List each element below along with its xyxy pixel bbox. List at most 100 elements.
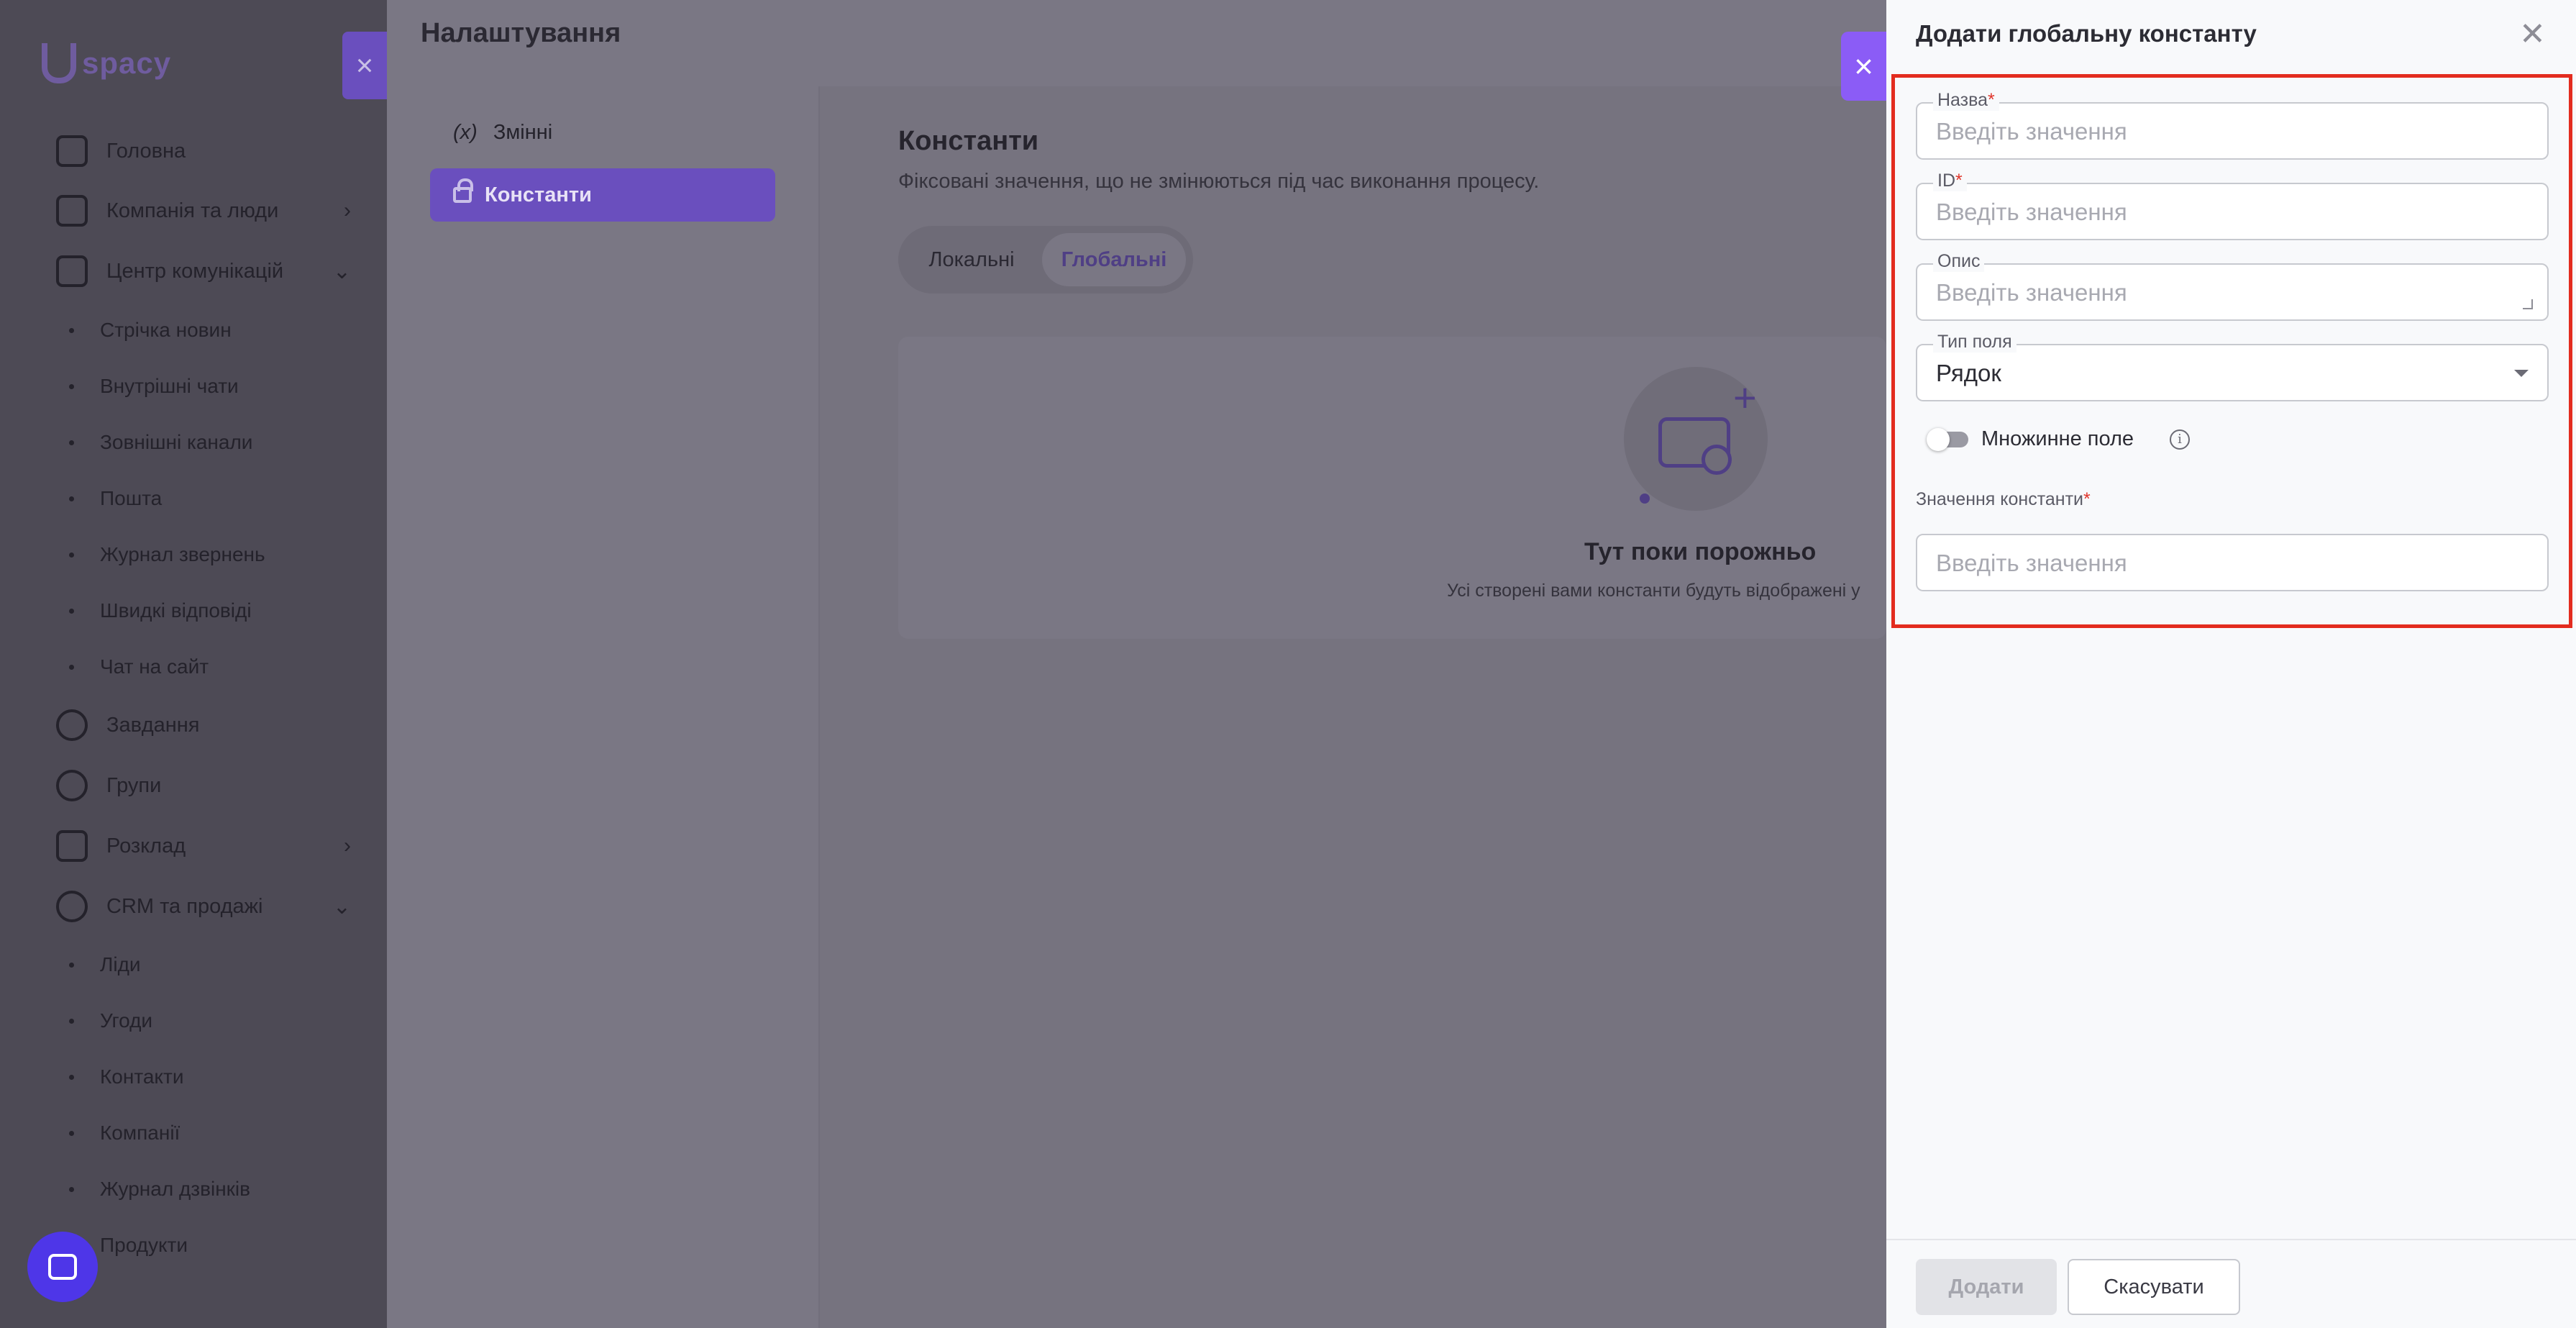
bullet-icon xyxy=(69,962,74,968)
bullet-icon xyxy=(69,1074,74,1080)
id-field[interactable]: ID* xyxy=(1916,170,2549,240)
sidebar-item-tasks[interactable]: Завдання xyxy=(0,704,387,747)
chat-icon xyxy=(56,255,88,287)
empty-title: Тут поки порожньо xyxy=(1584,538,1817,565)
menu-item-label: Константи xyxy=(485,183,592,206)
add-button[interactable]: Додати xyxy=(1916,1259,2057,1315)
bullet-icon xyxy=(69,496,74,501)
support-chat-button[interactable] xyxy=(27,1232,98,1302)
description-input[interactable] xyxy=(1936,278,2526,308)
sidebar-subitem-label: Швидкі відповіді xyxy=(100,599,252,622)
bullet-icon xyxy=(69,383,74,389)
field-label: Опис xyxy=(1933,250,1985,272)
sidebar-subitem-label: Ліди xyxy=(100,953,141,975)
sidebar-subitem[interactable]: Внутрішні чати xyxy=(0,368,387,404)
gear-icon xyxy=(1702,445,1732,475)
chevron-right-icon: › xyxy=(344,199,351,222)
sidebar-item-company[interactable]: Компанія та люди › xyxy=(0,189,387,232)
building-icon xyxy=(56,195,88,227)
sidebar-item-communications[interactable]: Центр комунікацій ⌄ xyxy=(0,250,387,293)
sidebar-subitem-label: Продукти xyxy=(100,1234,188,1256)
chevron-down-icon: ⌄ xyxy=(332,894,351,919)
sidebar-item-crm[interactable]: CRM та продажі ⌄ xyxy=(0,885,387,928)
bullet-icon xyxy=(69,664,74,670)
sidebar-item-home[interactable]: Головна xyxy=(0,129,387,173)
database-icon xyxy=(56,891,88,922)
sidebar-subitem[interactable]: Швидкі відповіді xyxy=(0,593,387,629)
info-icon[interactable]: i xyxy=(2170,429,2191,450)
menu-item-constants[interactable]: Константи xyxy=(430,168,775,222)
sidebar-subitem-label: Журнал звернень xyxy=(100,543,265,565)
chevron-down-icon: ⌄ xyxy=(332,259,351,283)
sidebar-subitem-label: Компанії xyxy=(100,1122,181,1144)
value-label: Значення константи* xyxy=(1916,489,2091,510)
sidebar-subitem-label: Журнал дзвінків xyxy=(100,1178,251,1200)
sidebar-subitem[interactable]: Стрічка новин xyxy=(0,312,387,348)
close-icon[interactable]: ✕ xyxy=(2519,16,2546,53)
sidebar-subitem[interactable]: Журнал звернень xyxy=(0,537,387,573)
sidebar-subitem-label: Внутрішні чати xyxy=(100,375,239,397)
name-field[interactable]: Назва* xyxy=(1916,89,2549,160)
constants-subtitle: Фіксовані значення, що не змінюються під… xyxy=(898,170,1540,193)
plus-icon: + xyxy=(1733,375,1757,420)
sidebar-item-label: Центр комунікацій xyxy=(106,259,284,283)
chevron-right-icon: › xyxy=(344,834,351,858)
required-mark: * xyxy=(1988,90,1995,110)
constant-value-field[interactable] xyxy=(1916,534,2549,591)
multiple-field-row: Множинне поле i xyxy=(1927,427,2191,451)
scope-tabs: Локальні Глобальні xyxy=(898,226,1193,294)
app-logo[interactable]: spacy xyxy=(42,43,171,83)
sidebar-subitem[interactable]: Контакти xyxy=(0,1059,387,1095)
empty-subtitle: Усі створені вами константи будуть відоб… xyxy=(1447,581,1860,601)
dot-icon xyxy=(1640,494,1650,504)
check-circle-icon xyxy=(56,709,88,741)
bullet-icon xyxy=(69,1018,74,1024)
sidebar: spacy Головна Компанія та люди › Центр к… xyxy=(0,0,387,1328)
sidebar-subitem[interactable]: Компанії xyxy=(0,1115,387,1151)
sidebar-item-label: CRM та продажі xyxy=(106,894,263,918)
select-value: Рядок xyxy=(1936,360,2001,386)
users-icon xyxy=(56,770,88,801)
add-constant-drawer: Додати глобальну константу ✕ Назва* ID* … xyxy=(1886,0,2576,1328)
sidebar-subitem-label: Зовнішні канали xyxy=(100,431,253,453)
name-input[interactable] xyxy=(1936,117,2526,147)
multiple-field-toggle[interactable] xyxy=(1927,427,1968,451)
sidebar-subitem[interactable]: Журнал дзвінків xyxy=(0,1171,387,1207)
sidebar-item-groups[interactable]: Групи xyxy=(0,764,387,807)
sidebar-subitem-label: Стрічка новин xyxy=(100,319,232,341)
bullet-icon xyxy=(69,440,74,445)
id-input[interactable] xyxy=(1936,197,2526,227)
menu-item-variables[interactable]: (x) Змінні xyxy=(453,121,552,145)
bullet-icon xyxy=(69,1130,74,1136)
chat-bubble-icon xyxy=(48,1254,77,1280)
tab-local[interactable]: Локальні xyxy=(907,233,1036,286)
toggle-label: Множинне поле xyxy=(1981,427,2134,450)
bullet-icon xyxy=(69,1186,74,1192)
field-label-text: Назва xyxy=(1937,90,1988,110)
sidebar-item-schedule[interactable]: Розклад › xyxy=(0,824,387,868)
tab-global[interactable]: Глобальні xyxy=(1042,233,1186,286)
constants-title: Константи xyxy=(898,126,1039,156)
drawer-close-button[interactable]: × xyxy=(1841,32,1886,101)
calendar-icon xyxy=(56,830,88,862)
menu-item-label: Змінні xyxy=(493,121,553,144)
sidebar-subitem[interactable]: Чат на сайт xyxy=(0,649,387,685)
sidebar-subitem[interactable]: Угоди xyxy=(0,1003,387,1039)
sidebar-subitem[interactable]: Зовнішні канали xyxy=(0,424,387,460)
sidebar-item-label: Головна xyxy=(106,139,186,163)
sidebar-subitem[interactable]: Пошта xyxy=(0,481,387,517)
settings-close-button[interactable]: × xyxy=(342,32,387,99)
constant-value-input[interactable] xyxy=(1936,548,2526,578)
drawer-title: Додати глобальну константу xyxy=(1916,20,2257,47)
sidebar-item-label: Розклад xyxy=(106,834,186,858)
toggle-knob xyxy=(1927,427,1950,451)
lock-icon xyxy=(453,178,473,203)
description-field[interactable]: Опис xyxy=(1916,250,2549,321)
bullet-icon xyxy=(69,608,74,614)
field-type-select[interactable]: Тип поля Рядок xyxy=(1916,331,2549,401)
resize-handle-icon[interactable] xyxy=(2523,299,2533,309)
sidebar-subitem[interactable]: Ліди xyxy=(0,947,387,983)
cancel-button[interactable]: Скасувати xyxy=(2068,1259,2240,1315)
sidebar-subitem-label: Контакти xyxy=(100,1065,184,1088)
value-label-text: Значення константи xyxy=(1916,489,2084,509)
